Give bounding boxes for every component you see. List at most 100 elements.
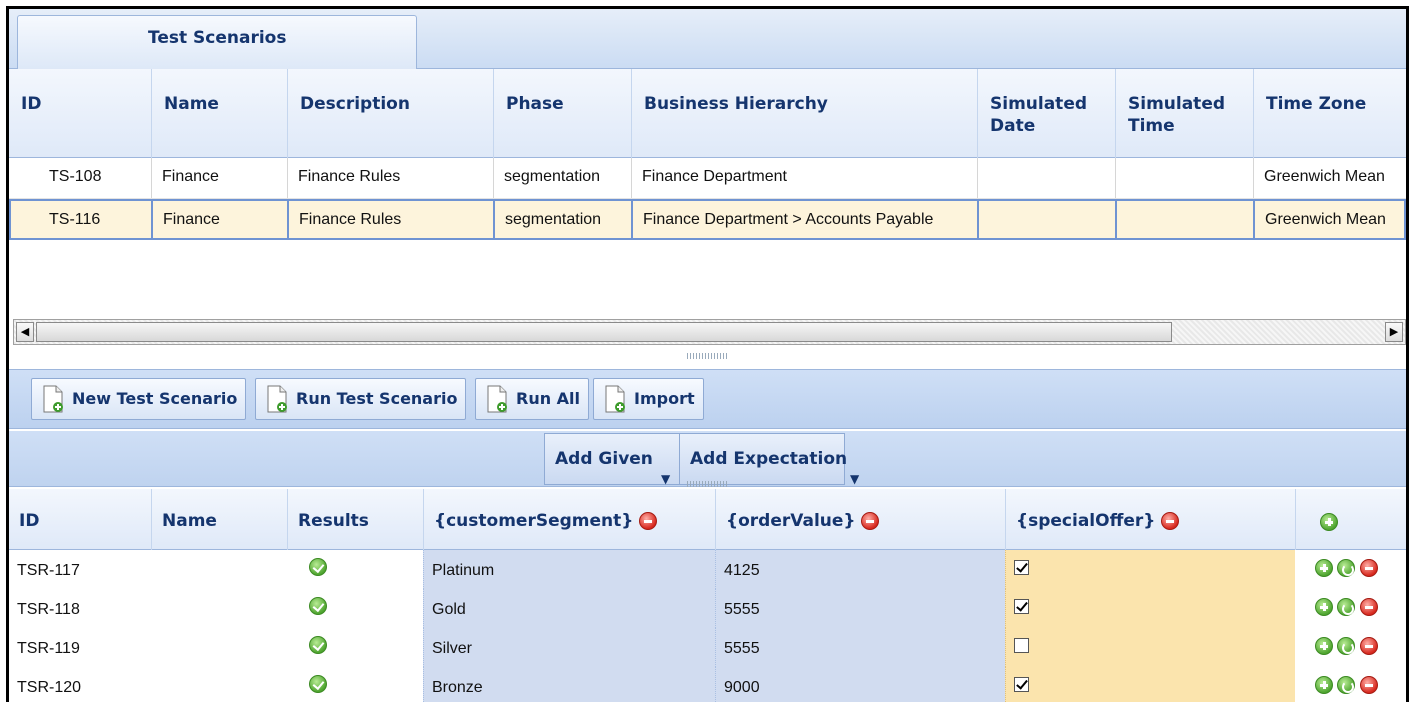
- cell-customer-segment[interactable]: Bronze: [423, 667, 715, 702]
- add-given-button[interactable]: Add Given ▼: [544, 433, 680, 486]
- cell-order-value[interactable]: 4125: [715, 550, 1005, 589]
- cell-customer-segment[interactable]: Platinum: [423, 550, 715, 589]
- result-row[interactable]: TSR-117 Platinum 4125: [9, 550, 1406, 589]
- remove-column-icon[interactable]: [639, 512, 658, 530]
- new-test-scenario-button[interactable]: New Test Scenario: [31, 378, 247, 420]
- add-expectation-button[interactable]: Add Expectation ▼: [679, 433, 859, 486]
- special-offer-checkbox[interactable]: [1014, 638, 1029, 654]
- col-header-name[interactable]: Name: [151, 489, 287, 550]
- add-expectation-label: Add Expectation: [690, 449, 848, 469]
- run-all-label: Run All: [516, 389, 581, 408]
- cell-result: [287, 667, 423, 702]
- cell-name: [151, 628, 287, 667]
- row-actions: [1295, 628, 1406, 667]
- cell-order-value[interactable]: 5555: [715, 589, 1005, 628]
- col-header-name[interactable]: Name: [151, 69, 287, 158]
- col-header-results[interactable]: Results: [287, 489, 423, 550]
- scroll-right-arrow-icon[interactable]: ▶: [1385, 322, 1403, 342]
- col-header-order-value[interactable]: {orderValue}: [715, 489, 1005, 550]
- pane-splitter[interactable]: [9, 347, 1406, 369]
- cell-name: Finance: [151, 158, 287, 198]
- row-actions: [1295, 550, 1406, 589]
- tab-test-scenarios[interactable]: Test Scenarios: [17, 15, 417, 70]
- result-row[interactable]: TSR-120 Bronze 9000: [9, 667, 1406, 702]
- results-grid: ID Name Results {customerSegment} {order…: [9, 489, 1406, 702]
- special-offer-checkbox[interactable]: [1014, 677, 1029, 693]
- cell-name: [151, 667, 287, 702]
- cell-customer-segment[interactable]: Silver: [423, 628, 715, 667]
- cell-special-offer: [1005, 550, 1295, 589]
- result-row[interactable]: TSR-118 Gold 5555: [9, 589, 1406, 628]
- remove-column-icon[interactable]: [1161, 512, 1180, 530]
- cell-simulated-time: [1115, 158, 1253, 198]
- cell-simulated-date: [977, 201, 1115, 238]
- col-header-description[interactable]: Description: [287, 69, 493, 158]
- results-grid-header: ID Name Results {customerSegment} {order…: [9, 489, 1406, 550]
- col-header-simulated-date[interactable]: Simulated Date: [977, 69, 1115, 158]
- splitter-grip[interactable]: [687, 353, 729, 359]
- scrollbar-thumb[interactable]: [36, 322, 1172, 342]
- run-all-button[interactable]: Run All: [475, 378, 590, 420]
- import-button[interactable]: Import: [593, 378, 704, 420]
- tab-label: Test Scenarios: [148, 28, 287, 48]
- col-header-time-zone[interactable]: Time Zone: [1253, 69, 1406, 158]
- new-document-icon: [43, 385, 63, 413]
- check-circle-icon: [309, 636, 327, 654]
- cell-order-value[interactable]: 5555: [715, 628, 1005, 667]
- remove-circle-icon[interactable]: [1359, 637, 1378, 655]
- horizontal-scrollbar[interactable]: ◀ ▶: [13, 319, 1406, 345]
- scroll-left-arrow-icon[interactable]: ◀: [16, 322, 34, 342]
- result-row[interactable]: TSR-119 Silver 5555: [9, 628, 1406, 667]
- remove-circle-icon[interactable]: [1359, 676, 1378, 694]
- refresh-icon[interactable]: [1337, 637, 1356, 655]
- check-circle-icon: [309, 558, 327, 576]
- add-circle-icon[interactable]: [1315, 598, 1333, 616]
- special-offer-label: {specialOffer}: [1016, 511, 1156, 531]
- cell-simulated-time: [1115, 201, 1253, 238]
- col-header-simulated-time[interactable]: Simulated Time: [1115, 69, 1253, 158]
- cell-description: Finance Rules: [287, 158, 493, 198]
- col-header-id[interactable]: ID: [9, 69, 151, 158]
- cell-name: [151, 550, 287, 589]
- row-actions: [1295, 667, 1406, 702]
- cell-name: Finance: [151, 201, 287, 238]
- customer-segment-label: {customerSegment}: [434, 511, 634, 531]
- cell-result: [287, 628, 423, 667]
- remove-circle-icon[interactable]: [1359, 598, 1378, 616]
- cell-customer-segment[interactable]: Gold: [423, 589, 715, 628]
- splitter-grip[interactable]: [687, 481, 729, 487]
- col-header-phase[interactable]: Phase: [493, 69, 631, 158]
- scenario-grid-header: ID Name Description Phase Business Hiera…: [9, 69, 1406, 158]
- add-circle-icon[interactable]: [1315, 637, 1333, 655]
- remove-column-icon[interactable]: [861, 512, 880, 530]
- col-header-customer-segment[interactable]: {customerSegment}: [423, 489, 715, 550]
- refresh-icon[interactable]: [1337, 559, 1356, 577]
- col-header-special-offer[interactable]: {specialOffer}: [1005, 489, 1295, 550]
- cell-id: TSR-120: [17, 679, 82, 696]
- cell-time-zone: Greenwich Mean: [1253, 201, 1406, 238]
- add-given-label: Add Given: [555, 449, 653, 469]
- special-offer-checkbox[interactable]: [1014, 599, 1029, 615]
- run-test-scenario-label: Run Test Scenario: [296, 389, 458, 408]
- scenario-row-selected[interactable]: TS-116 Finance Finance Rules segmentatio…: [9, 199, 1406, 240]
- remove-circle-icon[interactable]: [1359, 559, 1378, 577]
- check-circle-icon: [309, 597, 327, 615]
- run-test-scenario-button[interactable]: Run Test Scenario: [255, 378, 467, 420]
- col-header-business-hierarchy[interactable]: Business Hierarchy: [631, 69, 977, 158]
- cell-order-value[interactable]: 9000: [715, 667, 1005, 702]
- add-column-bar: Add Given ▼ Add Expectation ▼: [9, 431, 1406, 487]
- cell-special-offer: [1005, 589, 1295, 628]
- add-circle-icon[interactable]: [1315, 559, 1333, 577]
- refresh-icon[interactable]: [1337, 598, 1356, 616]
- scenario-row[interactable]: TS-108 Finance Finance Rules segmentatio…: [9, 158, 1406, 199]
- add-circle-icon[interactable]: [1315, 676, 1333, 694]
- col-header-id[interactable]: ID: [9, 489, 151, 550]
- new-test-scenario-label: New Test Scenario: [72, 389, 238, 408]
- row-actions: [1295, 589, 1406, 628]
- special-offer-checkbox[interactable]: [1014, 560, 1029, 576]
- cell-id: TS-108: [49, 168, 102, 185]
- refresh-icon[interactable]: [1337, 676, 1356, 694]
- add-row-icon[interactable]: [1320, 512, 1338, 531]
- cell-id: TSR-119: [17, 640, 80, 657]
- cell-phase: segmentation: [493, 158, 631, 198]
